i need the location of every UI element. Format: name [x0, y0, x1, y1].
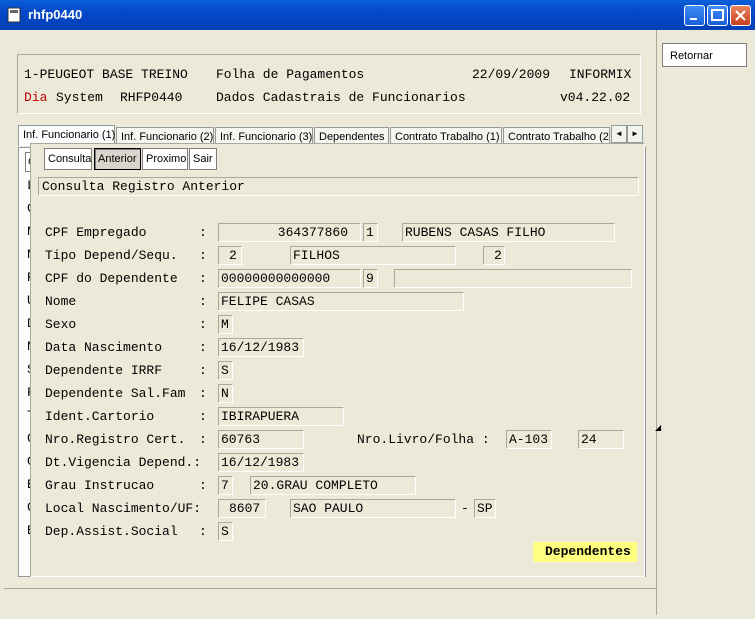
tab-scroll-left-icon[interactable]: ◄ — [611, 125, 627, 143]
tipo-depend-field[interactable]: 2 — [218, 246, 242, 265]
data-nascimento-field[interactable]: 16/12/1983 — [218, 338, 304, 357]
employee-name-field: RUBENS CASAS FILHO — [402, 223, 615, 242]
label-colon: : — [199, 317, 207, 332]
status-badge: Dependentes — [533, 542, 637, 562]
module-name: Folha de Pagamentos — [216, 67, 365, 82]
label-colon: : — [199, 271, 207, 286]
label-nome: Nome — [45, 294, 77, 309]
grau-instrucao-desc-field: 20.GRAU COMPLETO — [250, 476, 416, 495]
sair-button[interactable]: Sair — [189, 148, 217, 170]
consulta-button[interactable]: Consulta — [44, 148, 92, 170]
title-bar[interactable]: rhfp0440 — [0, 0, 755, 30]
proximo-button[interactable]: Proximo — [142, 148, 188, 170]
label-ident-cartorio: Ident.Cartorio — [45, 409, 155, 424]
nro-registro-field[interactable]: 60763 — [218, 430, 304, 449]
label-colon: : — [199, 363, 207, 378]
label-colon: : — [199, 432, 207, 447]
separator-marker: ◢ — [655, 423, 662, 432]
dependentes-form: Consulta Anterior Proximo Sair Consulta … — [30, 143, 645, 577]
grau-instrucao-field[interactable]: 7 — [218, 476, 233, 495]
uf-field[interactable]: SP — [474, 499, 496, 518]
label-tipo-depend: Tipo Depend/Sequ. — [45, 248, 178, 263]
cpf-empregado-digit-field[interactable]: 1 — [363, 223, 378, 242]
label-data-nascimento: Data Nascimento — [45, 340, 163, 355]
window-title: rhfp0440 — [28, 7, 83, 22]
tab-scroll-right-icon[interactable]: ► — [627, 125, 643, 143]
panel-separator — [656, 30, 657, 615]
close-button[interactable] — [730, 5, 751, 26]
label-colon: : — [199, 248, 207, 263]
label-local-nascimento: Local Nascimento/UF: — [45, 501, 202, 516]
dt-vigencia-field[interactable]: 16/12/1983 — [218, 453, 304, 472]
label-colon: : — [199, 340, 207, 355]
sexo-field[interactable]: M — [218, 315, 233, 334]
header-panel: 1-PEUGEOT BASE TREINO Folha de Pagamento… — [17, 54, 641, 114]
screen-title: Dados Cadastrais de Funcionarios — [216, 90, 466, 105]
label-dash: - — [461, 501, 469, 516]
label-cpf-empregado: CPF Empregado — [45, 225, 147, 240]
current-date: 22/09/2009 — [472, 67, 551, 82]
system-label: System — [56, 90, 103, 105]
label-colon: : — [199, 386, 207, 401]
message-field: Consulta Registro Anterior — [38, 177, 639, 196]
maximize-button[interactable] — [707, 5, 728, 26]
label-grau-instrucao: Grau Instrucao — [45, 478, 155, 493]
tipo-depend-desc-field: FILHOS — [290, 246, 456, 265]
label-dep-assist-social: Dep.Assist.Social — [45, 524, 178, 539]
label-cpf-dependente: CPF do Dependente — [45, 271, 178, 286]
dep-assist-social-field[interactable]: S — [218, 522, 233, 541]
dependente-salfam-field[interactable]: N — [218, 384, 233, 403]
minimize-button[interactable] — [684, 5, 705, 26]
cpf-empregado-field[interactable]: 364377860 — [218, 223, 361, 242]
database-name: INFORMIX — [569, 67, 632, 82]
dependente-irrf-field[interactable]: S — [218, 361, 233, 380]
label-colon: : — [199, 294, 207, 309]
label-colon: : — [199, 478, 207, 493]
nome-field[interactable]: FELIPE CASAS — [218, 292, 464, 311]
local-nascimento-name-field: SAO PAULO — [290, 499, 456, 518]
sequencia-field[interactable]: 2 — [483, 246, 505, 265]
anterior-button[interactable]: Anterior — [94, 148, 141, 170]
label-dt-vigencia: Dt.Vigencia Depend.: — [45, 455, 202, 470]
ident-cartorio-field[interactable]: IBIRAPUERA — [218, 407, 344, 426]
cpf-dependente-field[interactable]: 00000000000000 — [218, 269, 361, 288]
label-nro-livro-folha: Nro.Livro/Folha : — [357, 432, 490, 447]
app-icon — [7, 7, 21, 23]
close-icon — [735, 10, 746, 21]
local-nascimento-code-field[interactable]: 8607 — [218, 499, 266, 518]
label-dependente-salfam: Dependente Sal.Fam — [45, 386, 186, 401]
cpf-dependente-extra-field — [394, 269, 632, 288]
window-client: 1-PEUGEOT BASE TREINO Folha de Pagamento… — [4, 30, 751, 615]
label-colon: : — [199, 524, 207, 539]
cpf-dependente-digit-field[interactable]: 9 — [363, 269, 378, 288]
label-colon: : — [199, 225, 207, 240]
minimize-icon — [690, 18, 697, 20]
company-name: 1-PEUGEOT BASE TREINO — [24, 67, 188, 82]
maximize-icon — [711, 9, 724, 21]
bottom-divider — [4, 588, 656, 589]
label-dependente-irrf: Dependente IRRF — [45, 363, 163, 378]
day-label: Dia — [24, 90, 48, 105]
version: v04.22.02 — [560, 90, 631, 105]
label-colon: : — [199, 409, 207, 424]
label-sexo: Sexo — [45, 317, 77, 332]
label-nro-registro: Nro.Registro Cert. — [45, 432, 186, 447]
folha-field[interactable]: 24 — [578, 430, 624, 449]
retornar-button[interactable]: Retornar — [662, 43, 747, 67]
livro-field[interactable]: A-103 — [506, 430, 552, 449]
program-code: RHFP0440 — [120, 90, 183, 105]
